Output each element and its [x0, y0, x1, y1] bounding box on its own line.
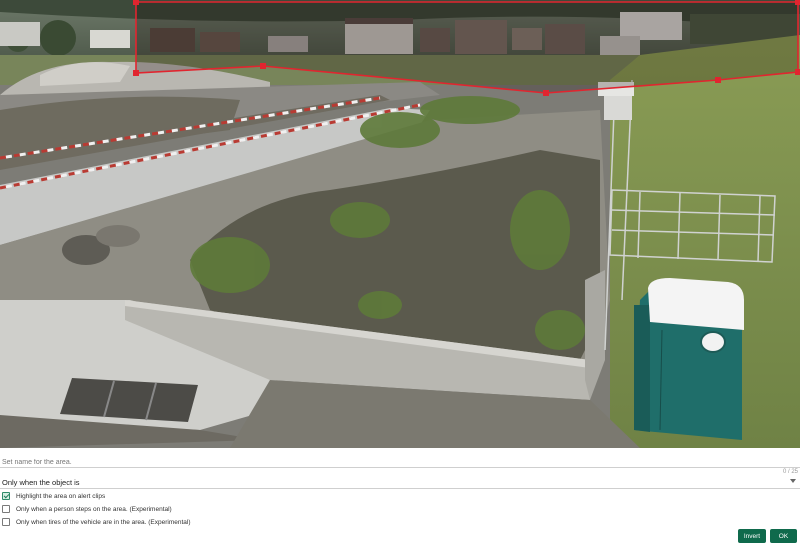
zone-handle-icon[interactable] [795, 0, 800, 5]
zone-handle-icon[interactable] [795, 69, 800, 75]
detection-zone-polygon[interactable] [135, 1, 799, 94]
vehicle-tires-checkbox[interactable] [2, 518, 10, 526]
highlight-area-option[interactable]: Highlight the area on alert clips [2, 491, 105, 501]
camera-view[interactable] [0, 0, 800, 448]
person-steps-option[interactable]: Only when a person steps on the area. (E… [2, 504, 172, 514]
area-name-input[interactable] [2, 456, 702, 468]
person-steps-checkbox[interactable] [2, 505, 10, 513]
zone-handle-icon[interactable] [133, 70, 139, 76]
invert-button[interactable]: Invert [738, 529, 766, 543]
highlight-area-label: Highlight the area on alert clips [16, 492, 106, 500]
detection-zone-overlay[interactable] [0, 0, 800, 448]
name-char-counter: 0 / 25 [782, 469, 798, 475]
zone-handle-icon[interactable] [260, 63, 266, 69]
zone-handle-icon[interactable] [133, 0, 139, 5]
vehicle-tires-option[interactable]: Only when tires of the vehicle are in th… [2, 517, 191, 527]
zone-settings-panel: 0 / 25 Only when the object is Highlight… [0, 448, 800, 544]
vehicle-tires-label: Only when tires of the vehicle are in th… [16, 518, 191, 526]
zone-handle-icon[interactable] [715, 77, 721, 83]
chevron-down-icon [790, 479, 796, 483]
zone-handle-icon[interactable] [543, 90, 549, 96]
object-condition-select[interactable]: Only when the object is [0, 476, 800, 489]
highlight-area-checkbox[interactable] [2, 492, 10, 500]
area-name-row [0, 448, 800, 468]
object-condition-value: Only when the object is [2, 478, 80, 487]
ok-button[interactable]: OK [770, 529, 797, 543]
toilet-logo [700, 331, 726, 353]
person-steps-label: Only when a person steps on the area. (E… [16, 505, 172, 513]
